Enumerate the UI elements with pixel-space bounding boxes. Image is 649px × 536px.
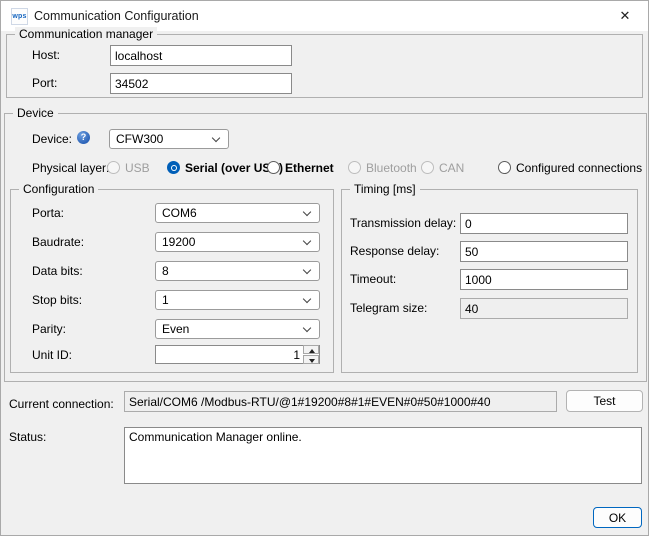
data-bits-select-value: 8 [162, 262, 169, 280]
porta-select[interactable]: COM6 [155, 203, 320, 223]
communication-configuration-dialog: wps Communication Configuration ✕ Commun… [0, 0, 649, 536]
stop-bits-select[interactable]: 1 [155, 290, 320, 310]
porta-select-value: COM6 [162, 204, 197, 222]
host-input[interactable] [110, 45, 292, 66]
baudrate-select-value: 19200 [162, 233, 195, 251]
response-delay-input[interactable] [460, 241, 628, 262]
stop-bits-select-value: 1 [162, 291, 169, 309]
device-select[interactable]: CFW300 [109, 129, 229, 149]
arrow-up-icon [309, 349, 315, 353]
host-label: Host: [32, 48, 60, 62]
chevron-down-icon [303, 237, 311, 245]
telegram-size-label: Telegram size: [350, 301, 427, 315]
timing-group-title: Timing [ms] [350, 182, 420, 196]
radio-serial-over-usb[interactable]: Serial (over USB) [167, 160, 283, 175]
spin-up-button[interactable] [303, 345, 319, 354]
stop-bits-label: Stop bits: [32, 293, 82, 307]
radio-can-label: CAN [439, 161, 464, 175]
chevron-down-icon [303, 324, 311, 332]
current-connection-label: Current connection: [9, 397, 114, 411]
radio-can-icon [421, 161, 434, 174]
physical-layer-label: Physical layer: [32, 161, 109, 175]
close-icon[interactable]: ✕ [608, 1, 642, 31]
chevron-down-icon [303, 295, 311, 303]
transmission-delay-label: Transmission delay: [350, 216, 456, 230]
test-button[interactable]: Test [566, 390, 643, 412]
transmission-delay-input[interactable] [460, 213, 628, 234]
radio-ethernet[interactable]: Ethernet [267, 160, 334, 175]
parity-label: Parity: [32, 322, 66, 336]
radio-usb-label: USB [125, 161, 150, 175]
unit-id-spinner [155, 345, 320, 364]
port-label: Port: [32, 76, 57, 90]
baudrate-select[interactable]: 19200 [155, 232, 320, 252]
radio-configured-connections[interactable]: Configured connections [498, 160, 642, 175]
radio-ethernet-icon [267, 161, 280, 174]
configuration-group-title: Configuration [19, 182, 98, 196]
ok-button[interactable]: OK [593, 507, 642, 528]
telegram-size-input [460, 298, 628, 319]
radio-usb-icon [107, 161, 120, 174]
status-label: Status: [9, 430, 46, 444]
arrow-down-icon [309, 359, 315, 363]
current-connection-field [124, 391, 557, 412]
parity-select[interactable]: Even [155, 319, 320, 339]
response-delay-label: Response delay: [350, 244, 439, 258]
baudrate-label: Baudrate: [32, 235, 84, 249]
porta-label: Porta: [32, 206, 64, 220]
timing-group: Timing [ms] Transmission delay: Response… [341, 189, 638, 373]
radio-serial-icon [167, 161, 180, 174]
timeout-label: Timeout: [350, 272, 396, 286]
communication-manager-group: Communication manager Host: Port: [6, 34, 643, 98]
device-label: Device: [32, 132, 72, 146]
wps-app-icon: wps [11, 8, 28, 25]
spin-down-button[interactable] [303, 355, 319, 364]
parity-select-value: Even [162, 320, 189, 338]
unit-id-input[interactable] [156, 346, 302, 363]
radio-bluetooth-icon [348, 161, 361, 174]
radio-ethernet-label: Ethernet [285, 161, 334, 175]
device-select-value: CFW300 [116, 130, 163, 148]
radio-bluetooth: Bluetooth [348, 160, 417, 175]
chevron-down-icon [212, 134, 220, 142]
data-bits-select[interactable]: 8 [155, 261, 320, 281]
chevron-down-icon [303, 208, 311, 216]
configuration-group: Configuration Porta: COM6 Baudrate: 1920… [10, 189, 334, 373]
radio-usb: USB [107, 160, 150, 175]
radio-bluetooth-label: Bluetooth [366, 161, 417, 175]
chevron-down-icon [303, 266, 311, 274]
unit-id-label: Unit ID: [32, 348, 72, 362]
status-textarea: Communication Manager online. [124, 427, 642, 484]
radio-configured-connections-icon [498, 161, 511, 174]
timeout-input[interactable] [460, 269, 628, 290]
help-icon[interactable]: ? [77, 131, 90, 144]
communication-manager-group-title: Communication manager [15, 27, 157, 41]
device-group-title: Device [13, 106, 58, 120]
data-bits-label: Data bits: [32, 264, 83, 278]
radio-can: CAN [421, 160, 464, 175]
unit-id-spin-buttons [303, 346, 319, 363]
port-input[interactable] [110, 73, 292, 94]
radio-configured-connections-label: Configured connections [516, 161, 642, 175]
